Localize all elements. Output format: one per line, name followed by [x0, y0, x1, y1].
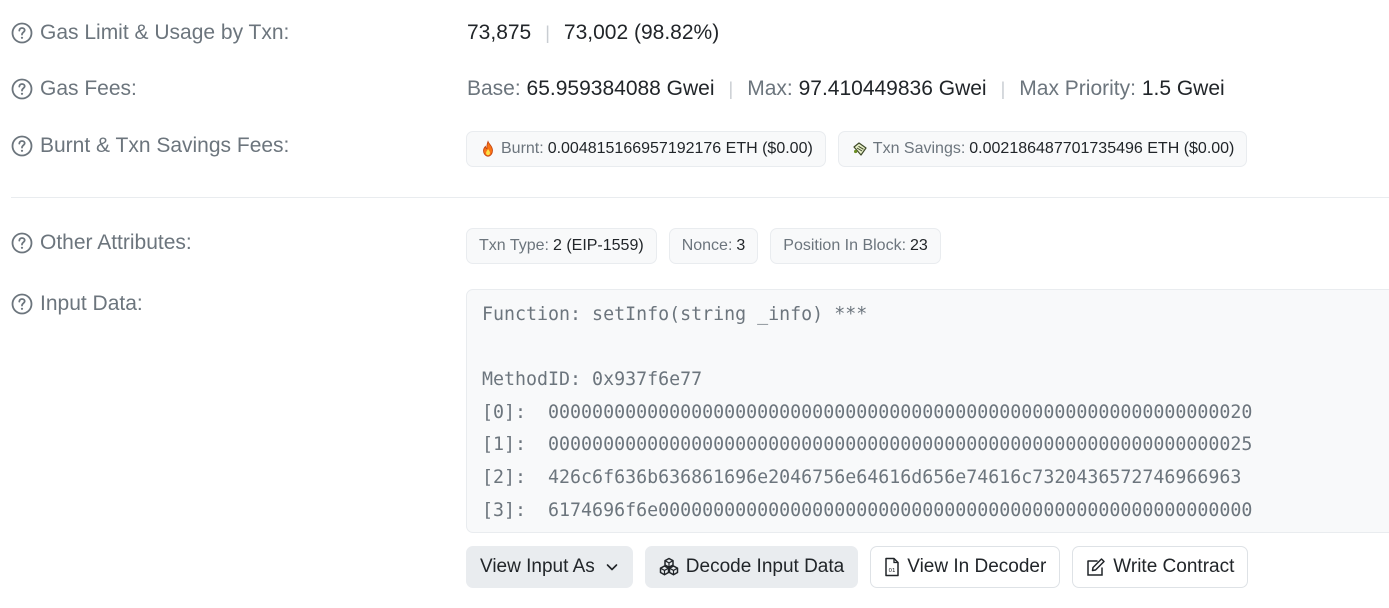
max-fee-key: Max:	[747, 77, 793, 100]
nonce-key: Nonce:	[681, 237, 733, 254]
nonce-pill: Nonce: 3	[668, 228, 759, 264]
attributes-label: Other Attributes:	[40, 231, 192, 254]
txn-type-value: 2 (EIP-1559)	[552, 237, 644, 254]
position-key: Position In Block:	[783, 237, 907, 254]
view-input-as-label: View Input As	[480, 556, 595, 577]
attributes-label-group: Other Attributes:	[11, 231, 192, 255]
gas-limit-number: 73,875	[467, 21, 532, 44]
input-label: Input Data:	[40, 292, 143, 315]
savings-key: Txn Savings:	[872, 140, 966, 157]
flame-icon	[483, 140, 493, 157]
input-label-group: Input Data:	[11, 292, 143, 316]
txn-type-key: Txn Type:	[479, 237, 549, 254]
burnt-label-group: Burnt & Txn Savings Fees:	[11, 134, 289, 158]
document-icon: 01	[885, 557, 899, 577]
write-contract-button[interactable]: Write Contract	[1072, 546, 1249, 588]
savings-pill: Txn Savings: 0.002186487701735496 ETH ($…	[837, 131, 1248, 167]
question-circle-icon[interactable]	[11, 293, 33, 315]
nonce-value: 3	[736, 237, 746, 254]
gas-usage-number: 73,002 (98.82%)	[563, 21, 720, 44]
gas-fees-value: Base: 65.959384088 Gwei | Max: 97.410449…	[467, 77, 1225, 101]
write-contract-label: Write Contract	[1113, 556, 1235, 577]
separator: |	[1000, 78, 1006, 99]
section-divider	[11, 197, 1389, 198]
view-input-as-button[interactable]: View Input As	[466, 546, 633, 588]
separator: |	[545, 22, 550, 43]
max-fee-value: 97.410449836 Gwei	[798, 77, 987, 100]
question-circle-icon[interactable]	[11, 22, 33, 44]
question-circle-icon[interactable]	[11, 135, 33, 157]
burnt-value: 0.004815166957192176 ETH ($0.00)	[547, 140, 813, 157]
input-actions-bar: View Input As Decode Input Data 01 View …	[466, 546, 1249, 588]
chevron-down-icon	[606, 564, 618, 571]
gas-limit-label-group: Gas Limit & Usage by Txn:	[11, 21, 289, 45]
view-in-decoder-button[interactable]: 01 View In Decoder	[870, 546, 1061, 588]
savings-icon	[853, 142, 867, 156]
view-in-decoder-label: View In Decoder	[907, 556, 1047, 577]
boxes-icon	[659, 557, 679, 576]
burnt-pill: Burnt: 0.004815166957192176 ETH ($0.00)	[466, 131, 826, 167]
savings-value: 0.002186487701735496 ETH ($0.00)	[969, 140, 1235, 157]
base-fee-value: 65.959384088 Gwei	[526, 77, 715, 100]
gas-limit-label: Gas Limit & Usage by Txn:	[40, 21, 290, 44]
burnt-fees-value: Burnt: 0.004815166957192176 ETH ($0.00) …	[466, 131, 1259, 167]
gas-fees-label: Gas Fees:	[40, 77, 137, 100]
question-circle-icon[interactable]	[11, 78, 33, 100]
decode-input-button[interactable]: Decode Input Data	[644, 546, 859, 588]
gas-fees-label-group: Gas Fees:	[11, 77, 137, 101]
question-circle-icon[interactable]	[11, 232, 33, 254]
txn-type-pill: Txn Type: 2 (EIP-1559)	[466, 228, 657, 264]
input-data-textarea[interactable]: Function: setInfo(string _info) *** Meth…	[466, 289, 1389, 533]
position-pill: Position In Block: 23	[770, 228, 941, 264]
gas-limit-value: 73,875 | 73,002 (98.82%)	[467, 21, 719, 45]
edit-icon	[1087, 558, 1106, 576]
burnt-label: Burnt & Txn Savings Fees:	[40, 134, 290, 157]
base-fee-key: Base:	[467, 77, 521, 100]
svg-text:01: 01	[889, 568, 896, 574]
attributes-value: Txn Type: 2 (EIP-1559) Nonce: 3 Position…	[466, 228, 953, 264]
max-priority-key: Max Priority:	[1019, 77, 1136, 100]
decode-input-label: Decode Input Data	[685, 556, 845, 577]
separator: |	[728, 78, 734, 99]
position-value: 23	[910, 237, 928, 254]
burnt-key: Burnt:	[501, 140, 544, 157]
max-priority-value: 1.5 Gwei	[1141, 77, 1225, 100]
